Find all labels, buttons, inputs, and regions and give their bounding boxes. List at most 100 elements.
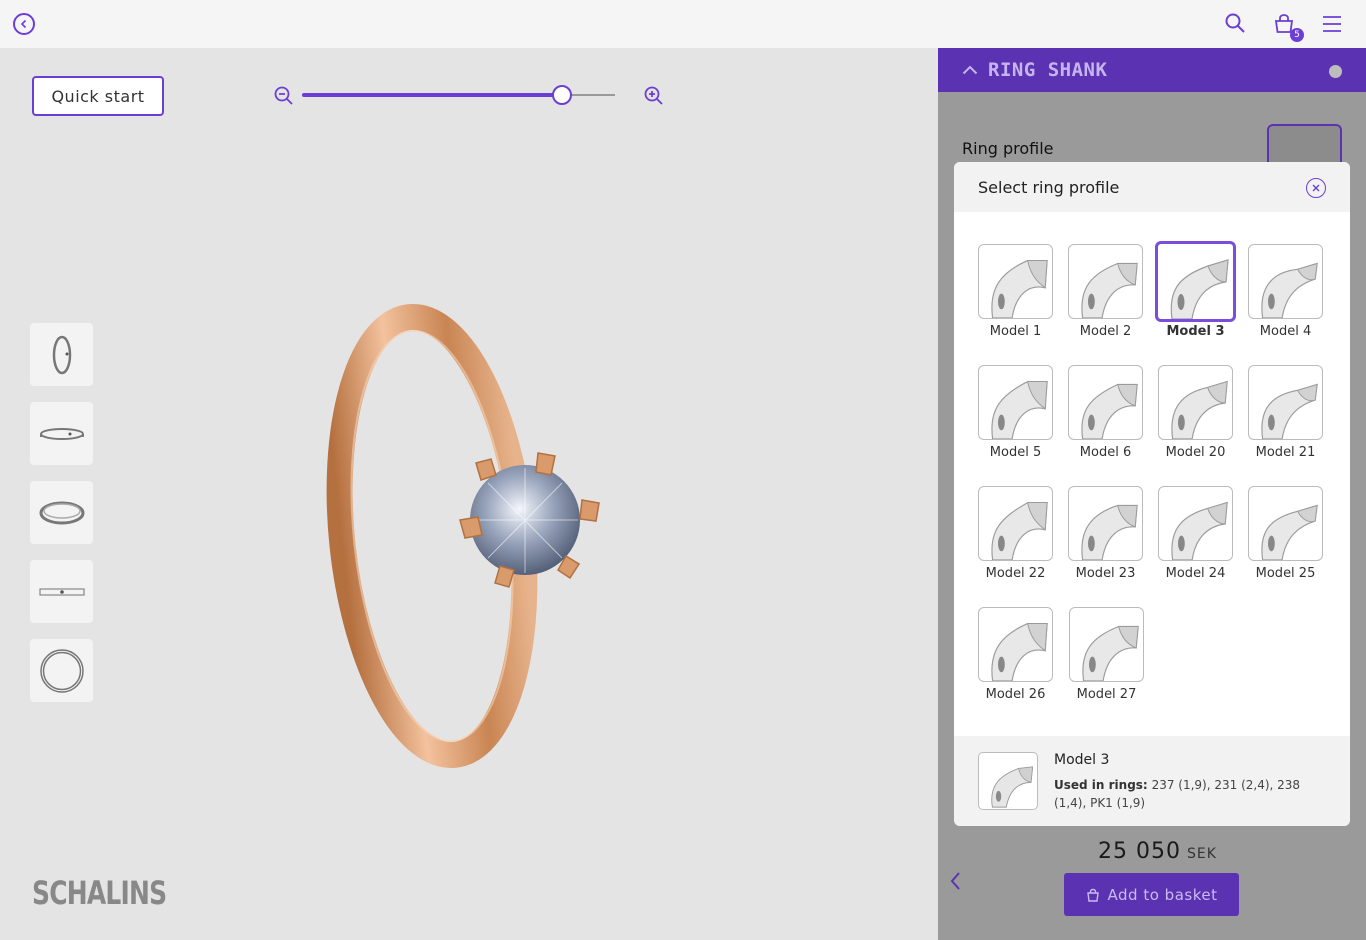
ring-profile-thumbnail <box>1248 244 1323 319</box>
zoom-slider[interactable] <box>302 85 615 105</box>
dialog-title: Select ring profile <box>978 177 1120 197</box>
ring-profile-option[interactable]: Model 22 <box>978 486 1068 607</box>
add-to-basket-label: Add to basket <box>1107 885 1218 904</box>
ring-profile-name: Model 26 <box>985 687 1046 702</box>
zoom-in-button[interactable] <box>643 85 665 111</box>
zoom-slider-handle[interactable] <box>551 85 572 105</box>
ring-front-view-icon <box>39 427 84 440</box>
ring-profile-option[interactable]: Model 27 <box>1069 607 1160 728</box>
ring-profile-thumbnail <box>1068 486 1143 561</box>
add-to-basket-button[interactable]: Add to basket <box>1064 873 1239 916</box>
view-thumbnails <box>30 323 93 718</box>
ring-profile-icon <box>991 259 1048 318</box>
quick-start-button[interactable]: Quick start <box>32 76 164 116</box>
top-bar: 5 <box>0 0 1366 48</box>
ring-profile-option[interactable]: Model 2 <box>1068 244 1158 365</box>
basket-count-badge: 5 <box>1290 28 1304 42</box>
used-in-rings-label: Used in rings: <box>1054 778 1148 792</box>
ring-perspective-view-icon <box>39 501 84 524</box>
ring-profile-option[interactable]: Model 5 <box>978 365 1068 486</box>
ring-profile-thumbnail <box>1248 365 1323 440</box>
close-button[interactable] <box>1306 178 1326 198</box>
ring-profile-name: Model 6 <box>1079 445 1132 460</box>
menu-button[interactable] <box>1320 12 1344 36</box>
ring-profile-grid: Model 1 Model 2 Model 3 Model 4 Model 5 Model… <box>978 241 1338 728</box>
ring-profile-name: Model 21 <box>1255 445 1316 460</box>
search-icon <box>1225 13 1245 33</box>
close-icon <box>1312 184 1320 192</box>
ring-profile-option[interactable]: Model 1 <box>978 244 1068 365</box>
select-ring-profile-dialog: Select ring profile Model 1 Model 2 Model … <box>954 162 1350 826</box>
ring-profile-option[interactable]: Model 25 <box>1248 486 1338 607</box>
ring-profile-name: Model 5 <box>989 445 1042 460</box>
ring-profile-icon <box>1170 259 1229 319</box>
ring-profile-row: Model 5 Model 6 Model 20 Model 21 <box>978 365 1338 486</box>
basket-icon <box>1086 888 1099 902</box>
zoom-out-icon <box>274 86 293 105</box>
ring-profile-icon <box>1081 504 1138 560</box>
ring-profile-thumbnail <box>1069 607 1144 682</box>
top-flat-view-thumbnail[interactable] <box>30 560 93 623</box>
ring-profile-option[interactable]: Model 24 <box>1158 486 1248 607</box>
ring-3d-render[interactable] <box>320 298 620 782</box>
ring-profile-thumbnail <box>978 365 1053 440</box>
ring-profile-icon <box>1081 262 1138 318</box>
ring-profile-name: Model 27 <box>1076 687 1137 702</box>
ring-profile-thumbnail <box>1155 241 1236 322</box>
chevron-left-icon <box>20 19 27 29</box>
selected-model-info: Model 3 Used in rings: 237 (1,9), 231 (2… <box>954 736 1350 826</box>
ring-top-view-icon <box>39 648 84 693</box>
ring-profile-name: Model 23 <box>1075 566 1136 581</box>
menu-icon <box>1323 16 1341 32</box>
ring-profile-option[interactable]: Model 3 <box>1155 241 1248 365</box>
perspective-view-thumbnail[interactable] <box>30 481 93 544</box>
ring-profile-option[interactable]: Model 6 <box>1068 365 1158 486</box>
ring-profile-row: Model 22 Model 23 Model 24 Model 25 <box>978 486 1338 607</box>
chevron-left-icon <box>950 872 960 890</box>
brand-logo: SCHALINS <box>32 874 167 912</box>
ring-top-flat-view-icon <box>38 587 85 596</box>
ring-profile-name: Model 3 <box>1166 324 1225 339</box>
section-title: RING SHANK <box>988 59 1108 81</box>
panel-collapse-button[interactable] <box>948 870 962 896</box>
price-value: 25 050 <box>1098 839 1181 864</box>
price-currency: SEK <box>1186 846 1217 862</box>
ring-profile-option[interactable]: Model 26 <box>978 607 1069 728</box>
ring-profile-row: Model 1 Model 2 Model 3 Model 4 <box>978 241 1338 365</box>
ring-profile-icon <box>991 622 1048 681</box>
ring-viewer: Quick start SCHALINS <box>0 48 938 940</box>
ring-profile-icon <box>991 766 1034 808</box>
ring-profile-label: Ring profile <box>962 139 1054 158</box>
top-view-thumbnail[interactable] <box>30 639 93 702</box>
ring-profile-icon <box>991 501 1048 560</box>
selected-model-thumbnail <box>978 752 1038 810</box>
zoom-out-button[interactable] <box>273 85 295 111</box>
ring-profile-icon <box>991 380 1048 439</box>
ring-shank-section-header[interactable]: RING SHANK <box>938 48 1366 92</box>
ring-profile-name: Model 22 <box>985 566 1046 581</box>
ring-profile-thumbnail <box>978 607 1053 682</box>
ring-profile-icon <box>1081 383 1138 439</box>
basket-button[interactable]: 5 <box>1272 12 1304 42</box>
ring-profile-icon <box>1261 262 1318 318</box>
search-button[interactable] <box>1224 12 1248 36</box>
ring-profile-icon <box>1261 504 1318 560</box>
ring-profile-name: Model 20 <box>1165 445 1226 460</box>
back-button[interactable] <box>13 13 35 35</box>
zoom-in-icon <box>644 86 663 105</box>
ring-profile-thumbnail <box>978 486 1053 561</box>
ring-profile-option[interactable]: Model 20 <box>1158 365 1248 486</box>
ring-profile-icon <box>1171 380 1228 439</box>
price: 25 050 SEK <box>1098 839 1217 864</box>
ring-profile-thumbnail <box>1158 365 1233 440</box>
side-view-thumbnail[interactable] <box>30 323 93 386</box>
ring-profile-name: Model 24 <box>1165 566 1226 581</box>
ring-profile-option[interactable]: Model 23 <box>1068 486 1158 607</box>
dialog-header: Select ring profile <box>954 162 1350 212</box>
ring-profile-name: Model 2 <box>1079 324 1132 339</box>
chevron-up-icon <box>962 65 978 75</box>
front-view-thumbnail[interactable] <box>30 402 93 465</box>
zoom-slider-fill <box>302 93 562 97</box>
ring-profile-option[interactable]: Model 21 <box>1248 365 1338 486</box>
ring-profile-option[interactable]: Model 4 <box>1248 244 1338 365</box>
